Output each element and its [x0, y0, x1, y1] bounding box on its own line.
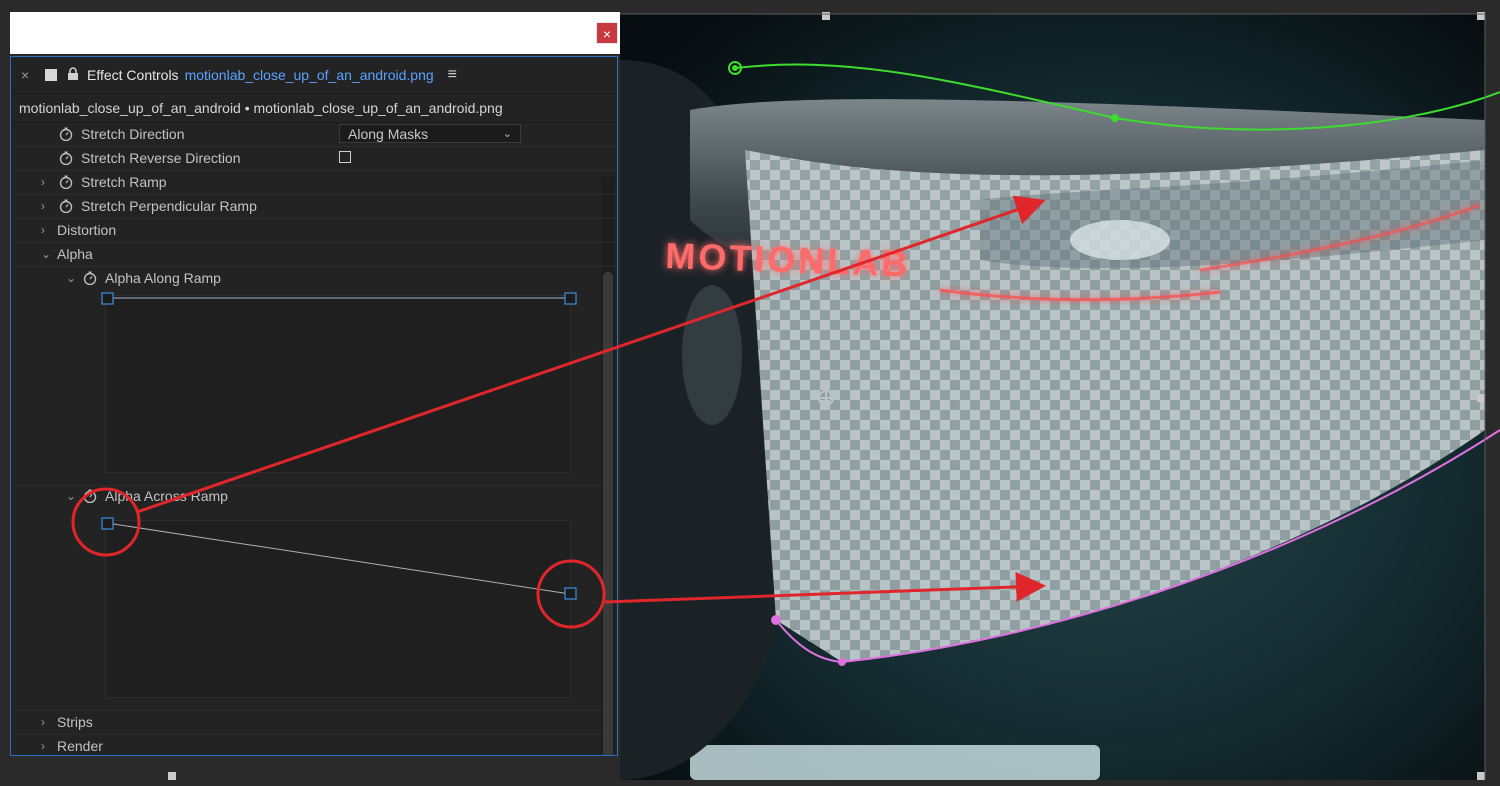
layer-handle-right[interactable] [1477, 394, 1485, 402]
effect-controls-panel: × Effect Controls motionlab_close_up_of_… [10, 56, 618, 756]
twirl-right-icon[interactable]: › [41, 711, 45, 734]
neon-text: MOTIONLAB [665, 235, 911, 285]
window-close-button[interactable]: × [596, 22, 618, 44]
layer-handle-top[interactable] [822, 12, 830, 20]
window-title-strip: × [10, 12, 620, 54]
twirl-right-icon[interactable]: › [41, 735, 45, 755]
group-strips[interactable]: › Strips [11, 710, 601, 735]
group-render[interactable]: › Render [11, 735, 601, 755]
ramp-graph-overlay-across [101, 517, 577, 600]
layer-handle-top-right[interactable] [1477, 12, 1485, 20]
lower-mask-vertex-start[interactable] [771, 615, 781, 625]
upper-mask-vertex-mid[interactable] [1111, 114, 1119, 122]
bottom-groups: › Strips › Render [11, 710, 601, 755]
group-label: Render [57, 738, 103, 754]
layer-handle-bottom-left[interactable] [168, 772, 176, 780]
alpha-across-ramp-line [106, 522, 571, 595]
ear-shape [682, 285, 742, 425]
upper-mask-vertex-dot [732, 65, 738, 71]
group-label: Strips [57, 714, 93, 730]
ramp-handle-icon[interactable] [564, 587, 577, 600]
light-bar [690, 745, 1100, 780]
highlight-spot [1070, 220, 1170, 260]
ramp-handle-icon[interactable] [101, 517, 114, 530]
layer-handle-bottom-right[interactable] [1477, 772, 1485, 780]
lower-mask-vertex-mid[interactable] [838, 658, 846, 666]
